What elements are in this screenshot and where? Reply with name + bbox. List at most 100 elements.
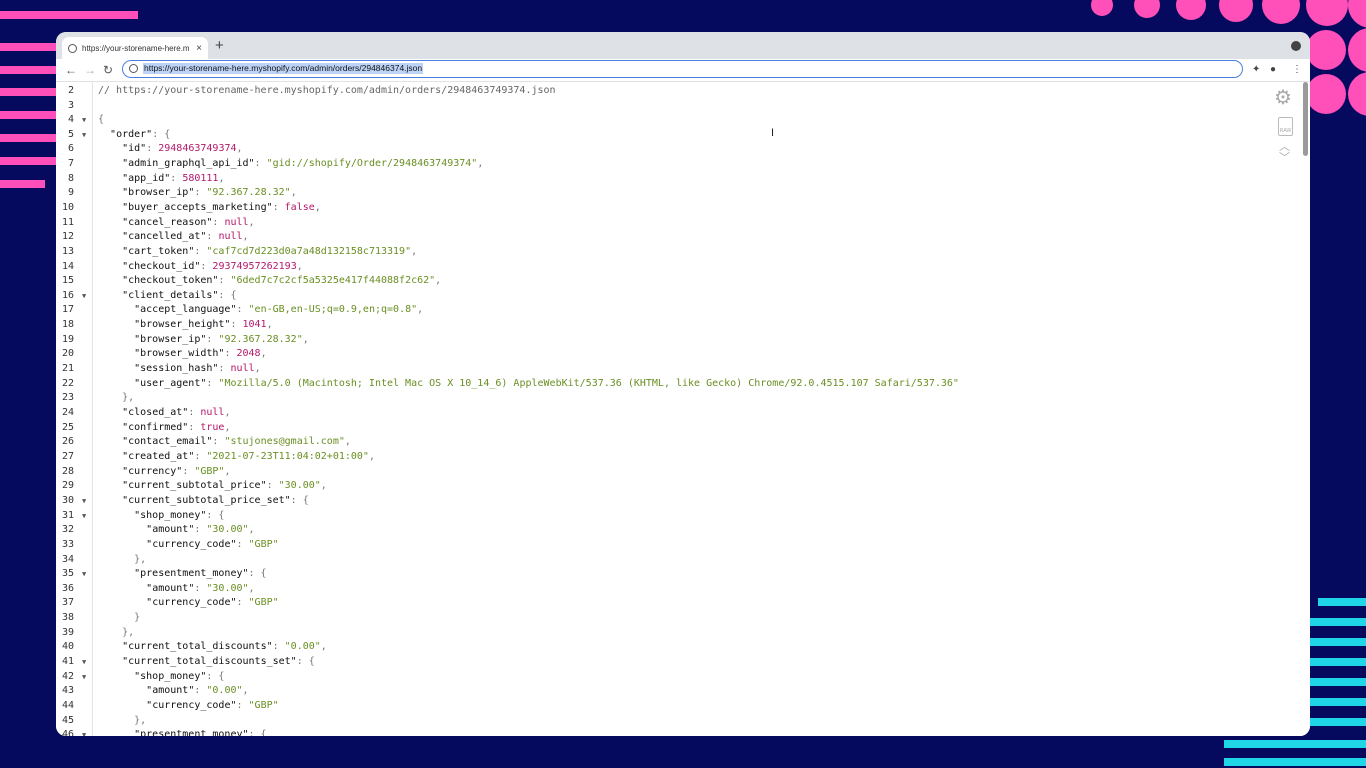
code-text: "amount": "30.00",	[146, 524, 255, 536]
code-line: 23 },	[56, 391, 1236, 406]
code-text: "amount": "0.00",	[146, 685, 249, 697]
code-line: 12 "cancelled_at": null,	[56, 230, 1236, 245]
code-text: },	[122, 392, 135, 404]
lock-icon[interactable]	[129, 64, 138, 73]
profile-icon[interactable]: ●	[1270, 61, 1276, 79]
code-text: "confirmed": true,	[122, 421, 231, 433]
line-number: 23	[61, 392, 74, 404]
code-line: 37 "currency_code": "GBP"	[56, 596, 1236, 611]
url-text[interactable]: https://your-storename-here.myshopify.co…	[143, 63, 424, 74]
code-text: "current_subtotal_price_set": {	[122, 494, 309, 506]
code-line: 28 "currency": "GBP",	[56, 465, 1236, 480]
code-line: 44 "currency_code": "GBP"	[56, 699, 1236, 714]
code-line: 22 "user_agent": "Mozilla/5.0 (Macintosh…	[56, 377, 1236, 392]
code-line: 24 "closed_at": null,	[56, 406, 1236, 421]
code-line: 19 "browser_ip": "92.367.28.32",	[56, 333, 1236, 348]
collapse-up-icon[interactable]: ︿	[1279, 142, 1290, 153]
scrollbar-thumb[interactable]	[1303, 82, 1308, 156]
settings-gear-icon[interactable]: ⚙	[1274, 88, 1292, 108]
line-number: 25	[61, 421, 74, 433]
new-tab-button[interactable]: +	[215, 37, 224, 55]
line-number: 10	[61, 201, 74, 213]
code-text: "id": 2948463749374,	[122, 143, 243, 155]
fold-toggle-icon[interactable]: ▼	[82, 509, 86, 524]
address-bar[interactable]: https://your-storename-here.myshopify.co…	[122, 60, 1243, 78]
code-line: 6 "id": 2948463749374,	[56, 142, 1236, 157]
code-text: },	[134, 553, 147, 565]
browser-tab[interactable]: https://your-storename-here.m ×	[62, 37, 208, 59]
code-text: "currency": "GBP",	[122, 465, 231, 477]
code-line: 21 "session_hash": null,	[56, 362, 1236, 377]
code-line: 3	[56, 99, 1236, 114]
browser-window: https://your-storename-here.m × + ← → ↻ …	[56, 32, 1310, 736]
code-line: 41 ▼ "current_total_discounts_set": {	[56, 655, 1236, 670]
code-line: 9 "browser_ip": "92.367.28.32",	[56, 186, 1236, 201]
window-menu-icon[interactable]	[1291, 41, 1301, 51]
fold-toggle-icon[interactable]: ▼	[82, 567, 86, 582]
line-number: 6	[67, 143, 74, 155]
raw-json-icon[interactable]: RAW	[1278, 117, 1293, 136]
line-number: 12	[61, 231, 74, 243]
code-text: "accept_language": "en-GB,en-US;q=0.9,en…	[134, 304, 424, 316]
code-text: "session_hash": null,	[134, 363, 261, 375]
line-number: 38	[61, 612, 74, 624]
code-text: "client_details": {	[122, 289, 237, 301]
tab-title: https://your-storename-here.m	[82, 43, 190, 53]
fold-toggle-icon[interactable]: ▼	[82, 728, 86, 736]
code-line: 45 },	[56, 714, 1236, 729]
line-number: 29	[61, 480, 74, 492]
code-text: "currency_code": "GBP"	[146, 538, 279, 550]
code-line: 27 "created_at": "2021-07-23T11:04:02+01…	[56, 450, 1236, 465]
code-line: 14 "checkout_id": 29374957262193,	[56, 260, 1236, 275]
code-text: "currency_code": "GBP"	[146, 597, 279, 609]
line-number: 36	[61, 582, 74, 594]
code-text: "browser_width": 2048,	[134, 348, 267, 360]
line-number: 34	[61, 553, 74, 565]
code-line: 39 },	[56, 626, 1236, 641]
menu-icon[interactable]: ⋮	[1292, 61, 1302, 79]
code-line: 33 "currency_code": "GBP"	[56, 538, 1236, 553]
line-number: 20	[61, 348, 74, 360]
code-line: 42 ▼ "shop_money": {	[56, 670, 1236, 685]
expand-down-icon[interactable]: ﹀	[1279, 153, 1290, 164]
fold-toggle-icon[interactable]: ▼	[82, 670, 86, 685]
reload-icon[interactable]: ↻	[103, 61, 113, 79]
code-line: 26 "contact_email": "stujones@gmail.com"…	[56, 435, 1236, 450]
code-line: 18 "browser_height": 1041,	[56, 318, 1236, 333]
line-number: 28	[61, 465, 74, 477]
code-text: "presentment_money": {	[134, 568, 267, 580]
fold-toggle-icon[interactable]: ▼	[82, 655, 86, 670]
code-line: 15 "checkout_token": "6ded7c7c2cf5a5325e…	[56, 274, 1236, 289]
line-number: 17	[61, 304, 74, 316]
code-line: 2 // https://your-storename-here.myshopif…	[56, 84, 1236, 99]
fold-toggle-icon[interactable]: ▼	[82, 494, 86, 509]
line-number: 16	[61, 289, 74, 301]
code-text: "contact_email": "stujones@gmail.com",	[122, 436, 351, 448]
line-number: 15	[61, 275, 74, 287]
back-icon[interactable]: ←	[65, 61, 77, 79]
line-number: 42	[61, 670, 74, 682]
line-number: 22	[61, 377, 74, 389]
extensions-icon[interactable]: ✦	[1252, 61, 1260, 79]
code-text: {	[98, 114, 105, 125]
code-text: "cancel_reason": null,	[122, 216, 255, 228]
code-line: 20 "browser_width": 2048,	[56, 347, 1236, 362]
forward-icon[interactable]: →	[84, 61, 96, 79]
line-number: 5	[67, 128, 74, 140]
code-line: 10 "buyer_accepts_marketing": false,	[56, 201, 1236, 216]
code-line: 25 "confirmed": true,	[56, 421, 1236, 436]
line-number: 24	[61, 407, 74, 418]
line-number: 27	[61, 450, 74, 462]
code-text: "created_at": "2021-07-23T11:04:02+01:00…	[122, 450, 375, 462]
fold-toggle-icon[interactable]: ▼	[82, 128, 86, 143]
code-text: },	[122, 626, 135, 638]
fold-toggle-icon[interactable]: ▼	[82, 113, 86, 128]
code-text: "user_agent": "Mozilla/5.0 (Macintosh; I…	[134, 377, 959, 389]
code-line: 7 "admin_graphql_api_id": "gid://shopify…	[56, 157, 1236, 172]
code-line: 38 }	[56, 611, 1236, 626]
toolbar: ← → ↻ https://your-storename-here.myshop…	[56, 59, 1310, 82]
line-number: 44	[61, 700, 74, 711]
line-number: 2	[67, 85, 74, 96]
fold-toggle-icon[interactable]: ▼	[82, 289, 86, 304]
tab-close-icon[interactable]: ×	[196, 43, 202, 54]
